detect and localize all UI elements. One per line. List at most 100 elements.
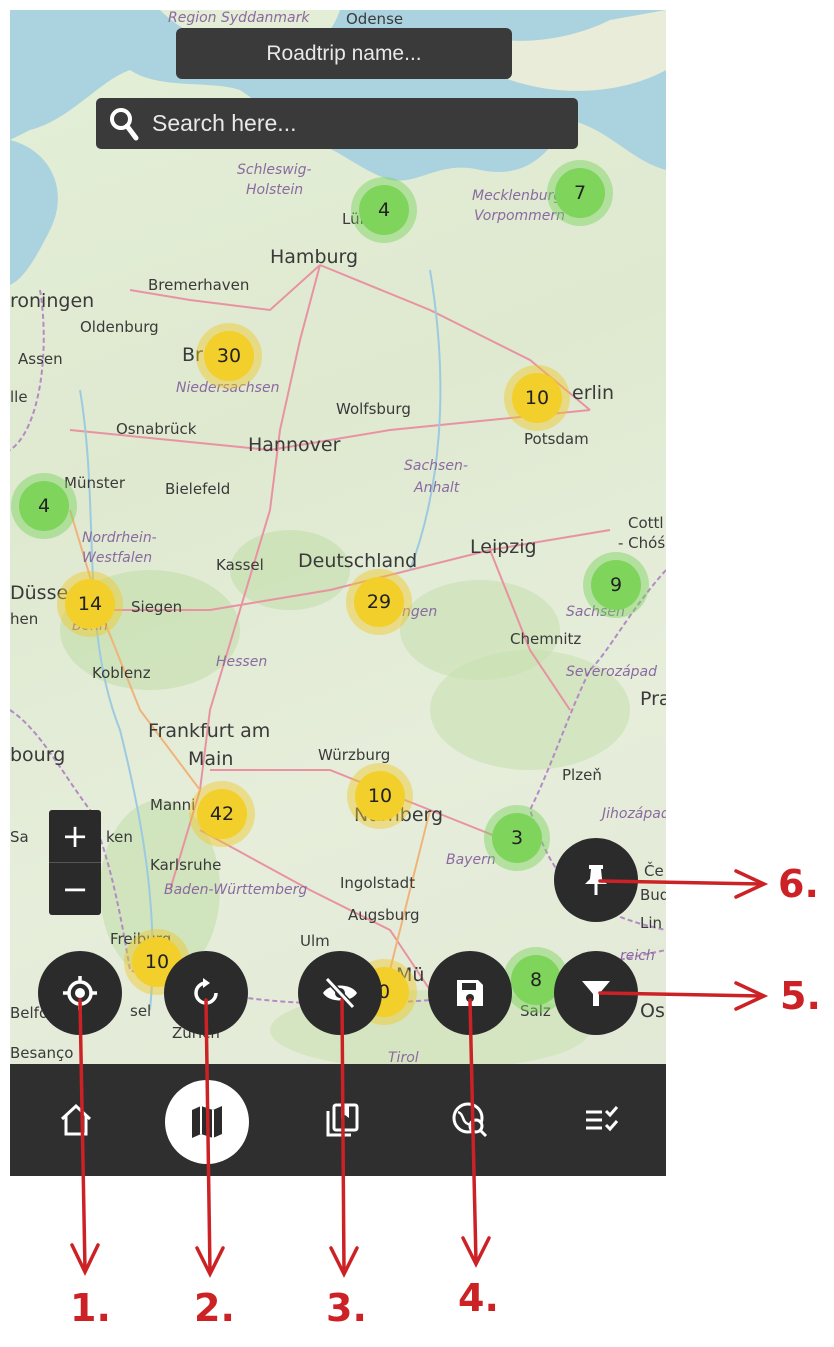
place-label: Würzburg [318, 746, 391, 764]
annotation-arrowhead [461, 1236, 491, 1268]
place-label: Schleswig- [237, 162, 312, 178]
eye-off-icon [323, 976, 357, 1010]
pushpin-icon [585, 865, 607, 895]
cluster-marker[interactable]: 4 [19, 481, 69, 531]
place-label: Assen [18, 350, 63, 368]
place-label: - Chóś [618, 534, 666, 552]
cluster-marker[interactable]: 29 [354, 577, 404, 627]
bottom-nav [10, 1064, 666, 1176]
place-label: Potsdam [524, 430, 589, 448]
place-label: Siegen [131, 598, 183, 616]
annotation-arrowhead [734, 869, 769, 899]
search-icon [96, 98, 152, 149]
place-label: Ingolstadt [340, 874, 416, 892]
place-label: Koblenz [92, 664, 151, 682]
cluster-marker[interactable]: 3 [492, 813, 542, 863]
cluster-marker[interactable]: 4 [359, 185, 409, 235]
search-bar[interactable]: Search here... [96, 98, 578, 149]
place-label: Bayern [446, 852, 496, 868]
place-label: Augsburg [348, 906, 420, 924]
nav-map[interactable] [165, 1080, 249, 1164]
nav-explore[interactable] [428, 1064, 512, 1176]
place-label: Osnabrück [116, 420, 197, 438]
home-icon [60, 1103, 92, 1136]
place-label: reich [620, 948, 655, 964]
annotation-arrowhead [195, 1246, 225, 1278]
place-label: Frankfurt am [148, 720, 271, 742]
pin-button[interactable] [554, 838, 638, 922]
annotation-label-3: 3. [326, 1286, 367, 1330]
place-label: Bielefeld [165, 480, 231, 498]
zoom-in-button[interactable]: + [49, 810, 101, 862]
place-label: Sachsen- [404, 458, 468, 474]
roadtrip-name-input[interactable]: Roadtrip name... [176, 28, 512, 79]
place-label: bourg [10, 744, 66, 766]
place-label: Br [182, 344, 203, 366]
place-label: lle [10, 388, 28, 406]
place-label: Münster [64, 474, 126, 492]
place-label: Bremerhaven [148, 276, 250, 294]
place-label: Chemnitz [510, 630, 582, 648]
place-label: Region Syddanmark [168, 10, 310, 26]
place-label: Baden-Württemberg [164, 882, 308, 898]
globe-search-icon [452, 1102, 488, 1138]
place-label: Leipzig [470, 536, 537, 558]
annotation-arrowhead [734, 981, 769, 1011]
place-label: Cottl [628, 514, 664, 532]
place-label: hen [10, 610, 39, 628]
place-label: ken [106, 828, 133, 846]
place-label: Kassel [216, 556, 264, 574]
zoom-out-button[interactable]: − [49, 863, 101, 915]
place-label: Mecklenburg- [472, 188, 568, 204]
place-label: erlin [572, 382, 615, 404]
save-button[interactable] [428, 951, 512, 1035]
cluster-marker[interactable]: 14 [65, 579, 115, 629]
nav-checklist[interactable] [560, 1064, 644, 1176]
nav-home[interactable] [34, 1064, 118, 1176]
place-label: Oldenburg [80, 318, 159, 336]
place-label: Os [640, 1000, 665, 1022]
place-label: Karlsruhe [150, 856, 222, 874]
annotation-arrowhead [329, 1246, 359, 1278]
annotation-label-6: 6. [778, 862, 819, 906]
floppy-icon [457, 980, 483, 1006]
cluster-marker[interactable]: 30 [204, 331, 254, 381]
bookmarks-icon [326, 1103, 359, 1137]
locate-button[interactable] [38, 951, 122, 1035]
place-label: Vorpommern [474, 208, 566, 224]
annotation-label-2: 2. [194, 1286, 235, 1330]
place-label: Hessen [216, 654, 268, 670]
place-label: Wolfsburg [336, 400, 411, 418]
filter-button[interactable] [554, 951, 638, 1035]
rotate-icon [194, 978, 218, 1005]
app-screen: Region Syddanmark Odense Schleswig- Hols… [10, 10, 666, 1176]
place-label: Plzeň [562, 766, 602, 784]
zoom-control: + − [49, 810, 101, 915]
place-label: sel [130, 1002, 152, 1020]
place-label: Jihozápad [602, 806, 666, 822]
place-label: Deutschland [298, 550, 418, 572]
cluster-marker[interactable]: 42 [197, 789, 247, 839]
cluster-marker[interactable]: 7 [555, 168, 605, 218]
place-label: Odense [346, 10, 404, 28]
place-label: Pra [640, 688, 666, 710]
place-label: Holstein [246, 182, 304, 198]
place-label: Düsse [10, 582, 69, 604]
place-label: Sa [10, 828, 29, 846]
annotation-arrowhead [70, 1243, 100, 1277]
place-label: Budě [640, 886, 666, 904]
place-label: Severozápad [566, 664, 657, 680]
cluster-marker[interactable]: 10 [512, 373, 562, 423]
nav-saved[interactable] [300, 1064, 384, 1176]
cluster-marker[interactable]: 9 [591, 560, 641, 610]
place-label: Nordrhein- [82, 530, 157, 546]
reset-button[interactable] [164, 951, 248, 1035]
place-label: Anhalt [414, 480, 460, 496]
hide-button[interactable] [298, 951, 382, 1035]
search-input[interactable]: Search here... [152, 110, 296, 137]
cluster-marker[interactable]: 10 [355, 771, 405, 821]
place-label: Ulm [300, 932, 330, 950]
filter-icon [582, 981, 610, 1006]
place-label: roningen [10, 290, 95, 312]
annotation-label-1: 1. [70, 1286, 111, 1330]
